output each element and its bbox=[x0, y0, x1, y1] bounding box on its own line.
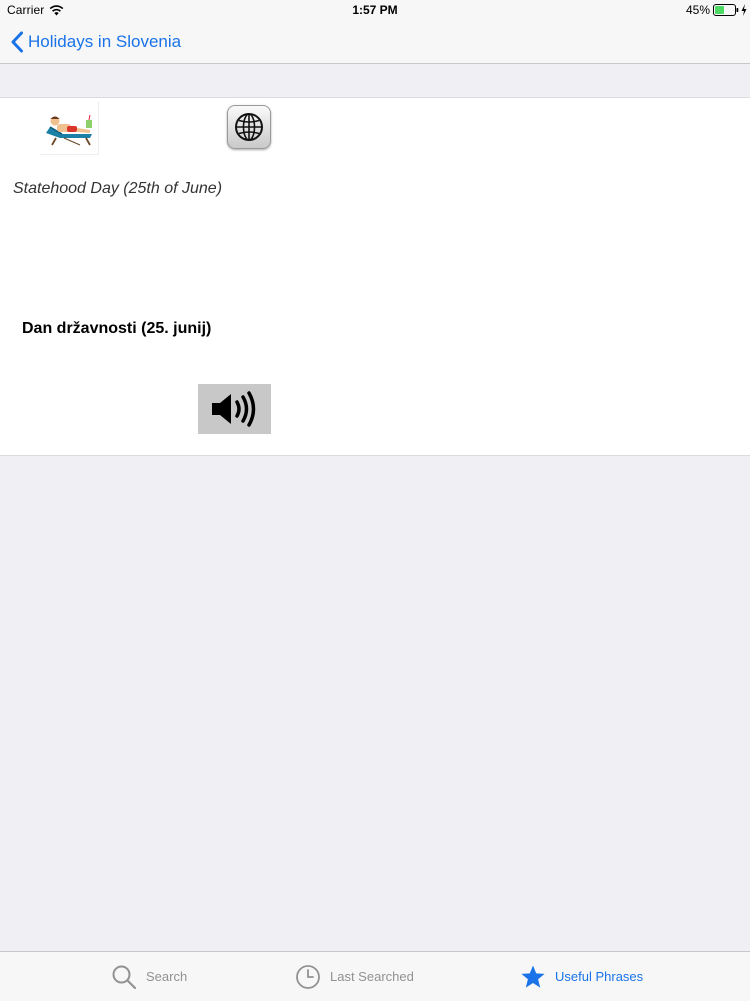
holiday-beach-chair-image bbox=[40, 102, 99, 155]
speaker-icon bbox=[212, 391, 256, 427]
globe-button[interactable] bbox=[227, 105, 271, 149]
tab-label: Search bbox=[146, 969, 188, 984]
tab-label: Useful Phrases bbox=[555, 969, 644, 984]
phrase-card: Statehood Day (25th of June) Dan državno… bbox=[0, 97, 750, 456]
tab-bar: Search Last Searched Useful Phrases bbox=[0, 951, 750, 1001]
tab-last-searched[interactable]: Last Searched bbox=[295, 952, 414, 1001]
status-time: 1:57 PM bbox=[352, 3, 398, 17]
navigation-bar: Holidays in Slovenia bbox=[0, 20, 750, 64]
globe-icon bbox=[235, 113, 263, 141]
tab-search[interactable]: Search bbox=[111, 952, 187, 1001]
back-button-label: Holidays in Slovenia bbox=[28, 32, 182, 51]
clock-icon bbox=[296, 964, 320, 989]
status-bar: Carrier 1:57 PM 45% bbox=[0, 0, 750, 20]
charging-icon bbox=[741, 4, 747, 16]
back-button[interactable]: Holidays in Slovenia bbox=[10, 29, 181, 55]
play-audio-button[interactable] bbox=[198, 384, 271, 434]
tab-useful-phrases[interactable]: Useful Phrases bbox=[520, 952, 643, 1001]
english-phrase: Statehood Day (25th of June) bbox=[13, 180, 223, 197]
search-icon bbox=[112, 965, 137, 989]
battery-icon bbox=[713, 4, 739, 16]
slovene-phrase: Dan državnosti (25. junij) bbox=[22, 320, 212, 337]
tab-label: Last Searched bbox=[330, 969, 414, 984]
chevron-left-icon bbox=[11, 31, 23, 53]
star-icon bbox=[521, 965, 545, 988]
battery-percentage: 45% bbox=[685, 3, 710, 17]
